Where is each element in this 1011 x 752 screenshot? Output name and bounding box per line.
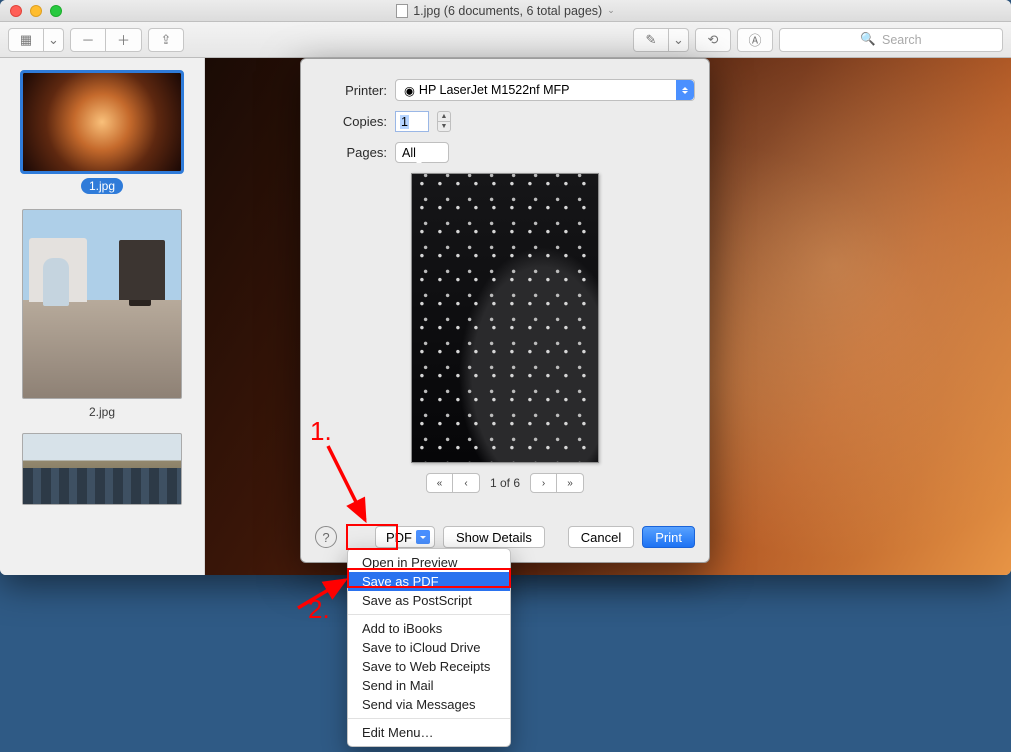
thumbnail-label: 2.jpg: [22, 405, 182, 419]
cancel-button[interactable]: Cancel: [568, 526, 634, 548]
thumbnail-image: [22, 209, 182, 399]
printer-status-icon: ◉: [404, 83, 415, 98]
menu-send-via-messages[interactable]: Send via Messages: [348, 695, 510, 714]
menu-save-to-icloud[interactable]: Save to iCloud Drive: [348, 638, 510, 657]
search-field[interactable]: 🔍 Search: [779, 28, 1003, 52]
pages-select[interactable]: All: [395, 142, 449, 163]
sidebar-view-button[interactable]: ▦: [8, 28, 44, 52]
pages-label: Pages:: [315, 145, 387, 160]
thumbnail-image: [22, 72, 182, 172]
last-page-button[interactable]: »: [557, 473, 584, 493]
page-indicator: 1 of 6: [490, 476, 520, 490]
menu-save-as-postscript[interactable]: Save as PostScript: [348, 591, 510, 610]
close-window-button[interactable]: [10, 5, 22, 17]
search-icon: 🔍: [860, 32, 876, 47]
copies-label: Copies:: [315, 114, 387, 129]
edit-button[interactable]: Ⓐ: [737, 28, 773, 52]
updown-icon: [676, 80, 694, 100]
annotation-arrow-1: [310, 438, 390, 538]
markup-menu-button[interactable]: ⌄: [669, 28, 689, 52]
annotation-label-1: 1.: [310, 416, 332, 447]
next-page-button[interactable]: ›: [530, 473, 557, 493]
thumbnail-1[interactable]: 1.jpg: [22, 72, 182, 195]
updown-icon: [416, 146, 430, 160]
rotate-button[interactable]: ⟲: [695, 28, 731, 52]
zoom-window-button[interactable]: [50, 5, 62, 17]
prev-page-button[interactable]: ‹: [453, 473, 480, 493]
share-icon: ⇪: [161, 32, 172, 48]
zoom-in-icon: ＋: [117, 30, 130, 49]
chevron-down-icon[interactable]: ⌄: [607, 5, 615, 16]
minimize-window-button[interactable]: [30, 5, 42, 17]
thumbnails-sidebar[interactable]: 1.jpg 2.jpg: [0, 58, 205, 575]
annotation-box-2: [347, 568, 511, 588]
window-title: 1.jpg (6 documents, 6 total pages): [413, 4, 602, 18]
zoom-out-icon: －: [81, 30, 94, 49]
annotation-label-2: 2.: [308, 594, 330, 625]
marker-icon: Ⓐ: [748, 30, 761, 49]
pencil-icon: ✎: [646, 32, 657, 48]
zoom-in-button[interactable]: ＋: [106, 28, 142, 52]
titlebar: 1.jpg (6 documents, 6 total pages) ⌄: [0, 0, 1011, 22]
first-page-button[interactable]: «: [426, 473, 453, 493]
chevron-down-icon: [416, 530, 430, 544]
printer-label: Printer:: [315, 83, 387, 98]
rotate-icon: ⟲: [708, 32, 719, 48]
markup-button[interactable]: ✎: [633, 28, 669, 52]
copies-input[interactable]: 1: [395, 111, 429, 132]
printer-value: HP LaserJet M1522nf MFP: [419, 83, 570, 97]
menu-edit-menu[interactable]: Edit Menu…: [348, 723, 510, 742]
print-button[interactable]: Print: [642, 526, 695, 548]
window-controls: [0, 5, 62, 17]
search-placeholder: Search: [882, 33, 922, 47]
share-button[interactable]: ⇪: [148, 28, 184, 52]
document-icon: [396, 4, 408, 18]
thumbnail-2[interactable]: 2.jpg: [22, 209, 182, 419]
preview-page: [411, 173, 599, 463]
sidebar-view-menu-button[interactable]: ⌄: [44, 28, 64, 52]
print-preview: « ‹ 1 of 6 › »: [411, 173, 599, 493]
menu-send-in-mail[interactable]: Send in Mail: [348, 676, 510, 695]
menu-separator: [348, 614, 510, 615]
printer-select[interactable]: ◉ HP LaserJet M1522nf MFP: [395, 79, 695, 101]
show-details-button[interactable]: Show Details: [443, 526, 545, 548]
zoom-out-button[interactable]: －: [70, 28, 106, 52]
menu-separator: [348, 718, 510, 719]
thumbnail-image: [22, 433, 182, 505]
copies-stepper[interactable]: ▲▼: [437, 111, 451, 132]
thumbnail-3[interactable]: [22, 433, 182, 505]
menu-save-to-web-receipts[interactable]: Save to Web Receipts: [348, 657, 510, 676]
toolbar: ▦ ⌄ － ＋ ⇪ ✎ ⌄ ⟲ Ⓐ 🔍 Search: [0, 22, 1011, 58]
thumbnail-label: 1.jpg: [81, 178, 123, 194]
menu-add-to-ibooks[interactable]: Add to iBooks: [348, 619, 510, 638]
